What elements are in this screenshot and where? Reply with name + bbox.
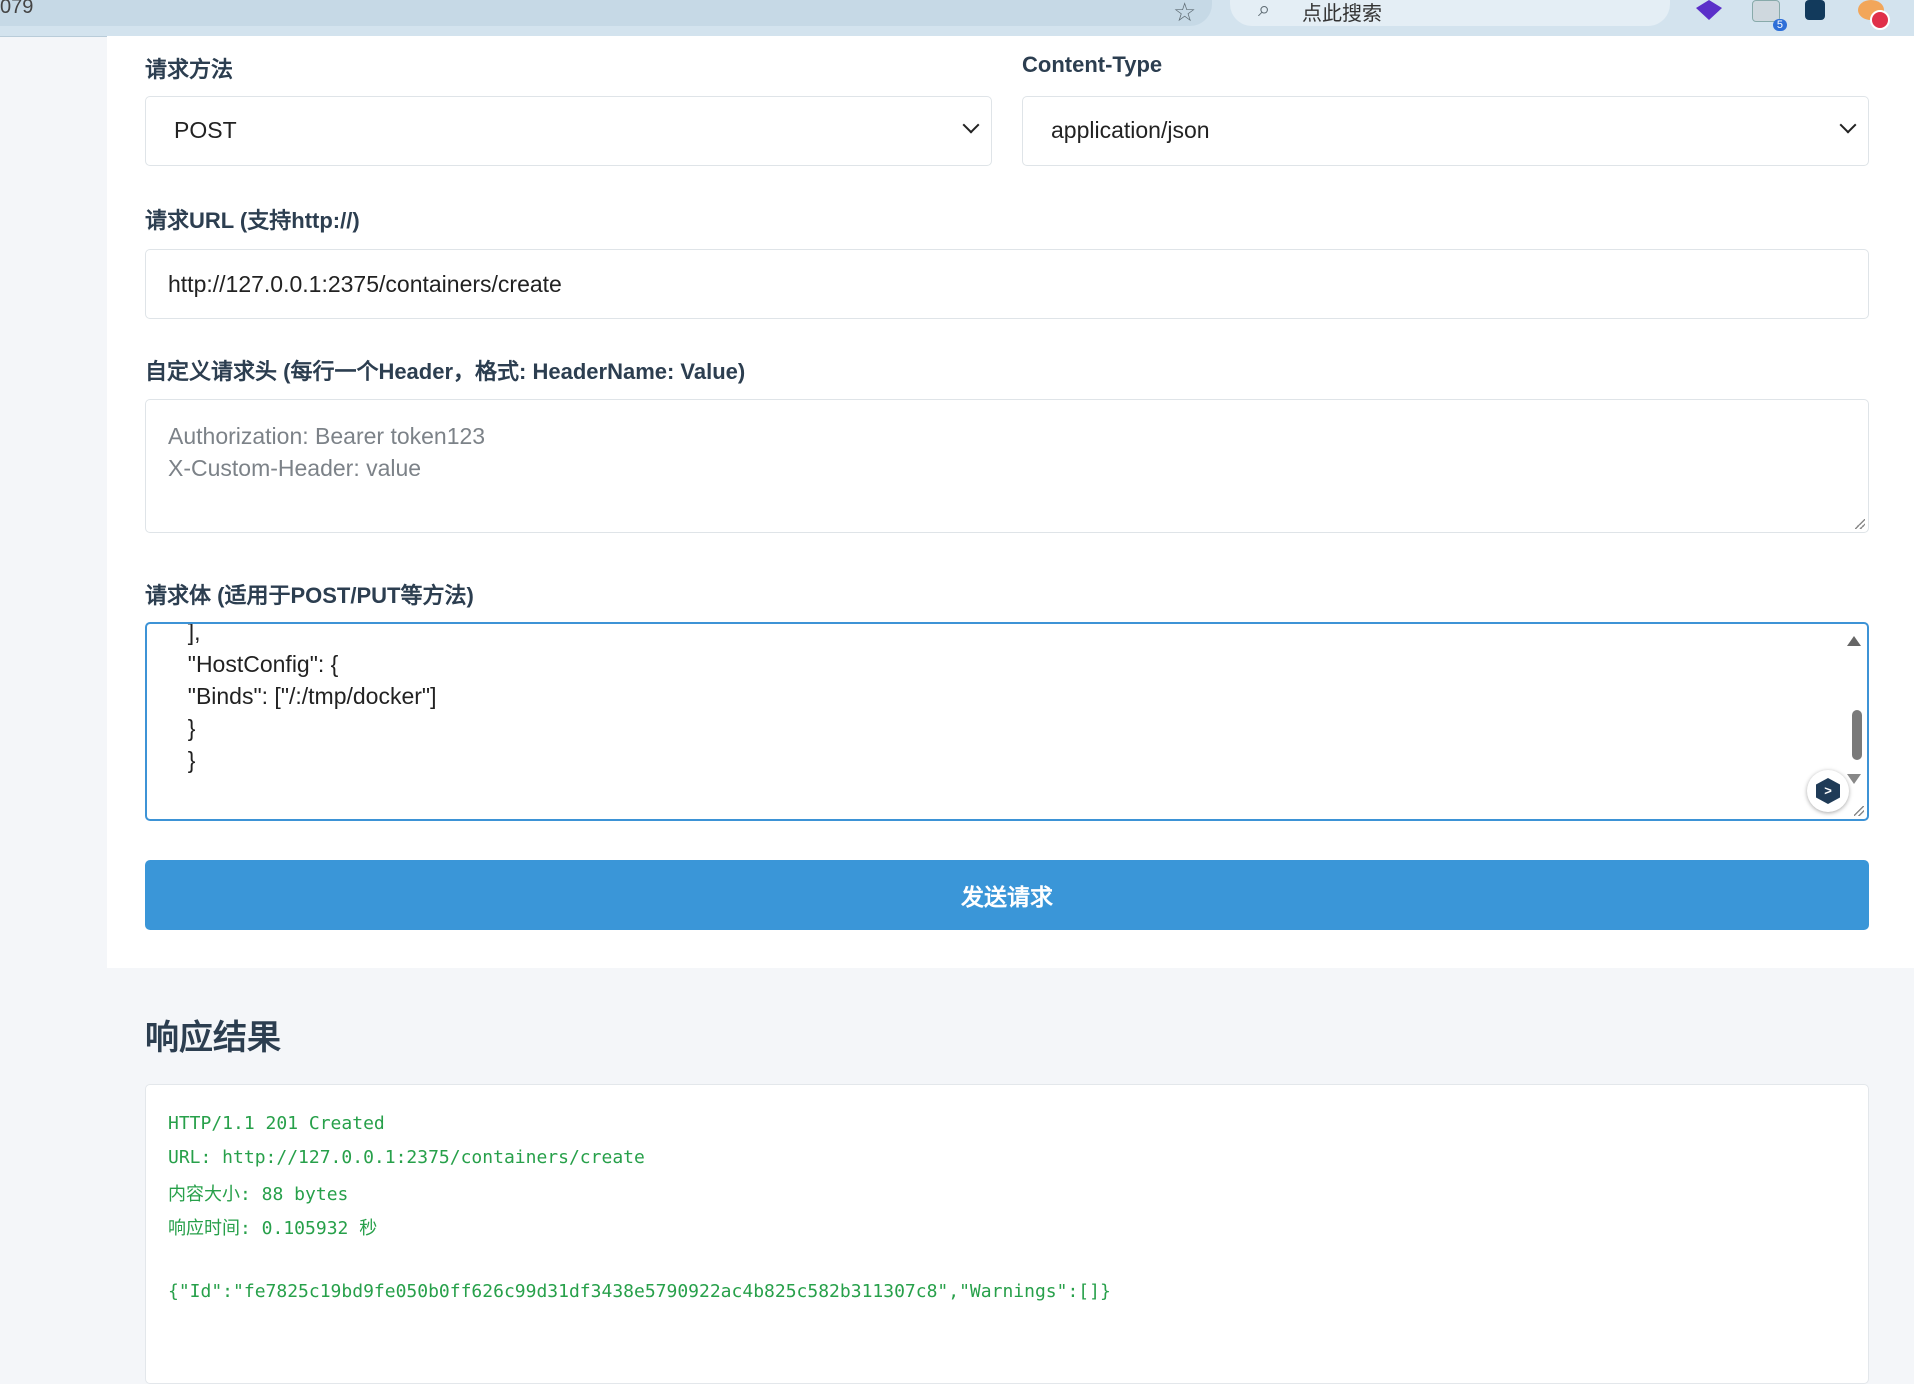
resize-handle-icon[interactable] [1854,806,1864,816]
headers-label: 自定义请求头 (每行一个Header，格式: HeaderName: Value… [145,359,746,384]
send-request-button[interactable]: 发送请求 [145,860,1869,930]
method-select-value: POST [174,117,237,143]
response-url-line: URL: http://127.0.0.1:2375/containers/cr… [168,1147,645,1168]
response-status-line: HTTP/1.1 201 Created [168,1113,385,1134]
browser-search-box[interactable]: ⌕ 点此搜索 [1230,0,1670,26]
assistant-hex-icon: > [1816,778,1840,804]
body-textarea[interactable]: ], "HostConfig": { "Binds": ["/:/tmp/doc… [145,622,1869,821]
body-textarea-value[interactable]: ], "HostConfig": { "Binds": ["/:/tmp/doc… [175,624,437,776]
browser-toolbar: 079 ☆ ⌕ 点此搜索 5 [0,0,1914,37]
address-url-text[interactable]: 079 [0,0,33,19]
search-icon: ⌕ [1258,0,1271,21]
chevron-down-icon [962,116,980,134]
response-output: HTTP/1.1 201 Created URL: http://127.0.0… [145,1084,1869,1384]
content-type-label: Content-Type [1022,52,1163,77]
bookmark-star-icon[interactable]: ☆ [1173,0,1196,28]
method-select[interactable]: POST [145,96,992,166]
method-label: 请求方法 [145,57,234,82]
resize-handle-icon[interactable] [1855,519,1865,529]
extension-badge: 5 [1772,19,1787,31]
url-input-value[interactable]: http://127.0.0.1:2375/containers/create [168,271,562,298]
extension-shield-icon[interactable] [1805,0,1825,20]
response-title: 响应结果 [145,1019,281,1057]
extension-avatar-icon[interactable] [1858,0,1890,30]
body-label: 请求体 (适用于POST/PUT等方法) [145,583,474,608]
headers-textarea[interactable]: Authorization: Bearer token123 X-Custom-… [145,399,1869,533]
scroll-up-arrow-icon[interactable] [1847,636,1861,646]
url-label: 请求URL (支持http://) [145,208,360,233]
search-placeholder: 点此搜索 [1302,3,1382,25]
assistant-floating-button[interactable]: > [1807,770,1849,812]
response-body-line: {"Id":"fe7825c19bd9fe050b0ff626c99d31df3… [168,1281,1111,1302]
scroll-down-arrow-icon[interactable] [1847,774,1861,784]
address-bar[interactable]: 079 ☆ [0,0,1212,28]
blocked-indicator-icon [1870,10,1890,30]
chevron-down-icon [1839,116,1857,134]
response-time-line: 响应时间: 0.105932 秒 [168,1218,378,1239]
extension-notes-icon[interactable]: 5 [1752,0,1787,31]
scrollbar-thumb[interactable] [1852,710,1862,760]
response-size-line: 内容大小: 88 bytes [168,1184,349,1205]
headers-placeholder: Authorization: Bearer token123 X-Custom-… [168,423,486,481]
content-type-select-value: application/json [1051,117,1210,143]
content-type-select[interactable]: application/json [1022,96,1869,166]
extension-layers-icon[interactable] [1696,0,1722,20]
url-input[interactable]: http://127.0.0.1:2375/containers/create [145,249,1869,319]
